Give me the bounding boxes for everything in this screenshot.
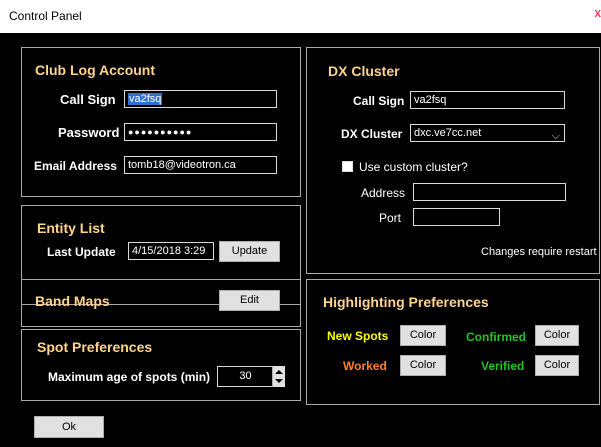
new-spots-label: New Spots <box>327 329 389 343</box>
port-label: Port <box>379 211 402 225</box>
dx-call-sign-label: Call Sign <box>353 94 405 108</box>
last-update-label: Last Update <box>47 245 116 259</box>
highlighting-title: Highlighting Preferences <box>323 294 489 310</box>
confirmed-label: Confirmed <box>466 330 526 344</box>
worked-label: Worked <box>343 359 387 373</box>
spin-down-icon[interactable] <box>275 379 283 383</box>
email-label: Email Address <box>34 159 117 173</box>
custom-cluster-label: Use custom cluster? <box>359 160 468 174</box>
dx-cluster-select[interactable]: dxc.ve7cc.net ⌵ <box>410 124 565 142</box>
title-bar: Control Panel x <box>0 0 601 33</box>
close-icon[interactable]: x <box>595 5 601 20</box>
club-log-call-sign-value: va2fsq <box>128 93 163 105</box>
new-spots-color-button[interactable]: Color <box>400 325 446 346</box>
max-age-spin-buttons[interactable] <box>272 367 285 387</box>
dx-cluster-title: DX Cluster <box>328 63 400 79</box>
dx-call-sign-input[interactable]: va2fsq <box>410 91 565 109</box>
password-label: Password <box>58 125 120 140</box>
dx-cluster-label: DX Cluster <box>341 127 403 141</box>
band-maps-edit-button[interactable]: Edit <box>219 290 280 311</box>
worked-color-button[interactable]: Color <box>400 355 446 376</box>
confirmed-color-button[interactable]: Color <box>535 325 579 346</box>
max-age-label: Maximum age of spots (min) <box>48 370 211 384</box>
ok-button[interactable]: Ok <box>34 416 104 438</box>
restart-note: Changes require restart <box>481 246 597 258</box>
email-input[interactable]: tomb18@videotron.ca <box>124 156 277 174</box>
spin-up-icon[interactable] <box>275 370 283 374</box>
password-input[interactable]: ●●●●●●●●●● <box>124 123 277 141</box>
spot-preferences-title: Spot Preferences <box>37 339 153 355</box>
control-panel-body: Club Log Account Call Sign va2fsq Passwo… <box>0 33 601 447</box>
update-button[interactable]: Update <box>219 241 280 262</box>
address-label: Address <box>361 186 406 200</box>
club-log-title: Club Log Account <box>35 62 156 78</box>
max-age-value: 30 <box>239 370 252 382</box>
last-update-field: 4/15/2018 3:29 <box>128 242 214 260</box>
club-log-call-sign-input[interactable]: va2fsq <box>124 90 277 108</box>
club-log-call-sign-label: Call Sign <box>60 92 116 107</box>
custom-cluster-checkbox[interactable] <box>342 161 353 172</box>
address-input[interactable] <box>413 183 566 201</box>
band-maps-title: Band Maps <box>35 293 110 309</box>
chevron-down-icon[interactable]: ⌵ <box>552 128 560 141</box>
window-title: Control Panel <box>9 9 82 23</box>
port-input[interactable] <box>413 208 500 226</box>
dx-cluster-value: dxc.ve7cc.net <box>414 127 482 139</box>
verified-label: Verified <box>481 359 525 373</box>
verified-color-button[interactable]: Color <box>535 355 579 376</box>
entity-list-title: Entity List <box>37 220 105 236</box>
